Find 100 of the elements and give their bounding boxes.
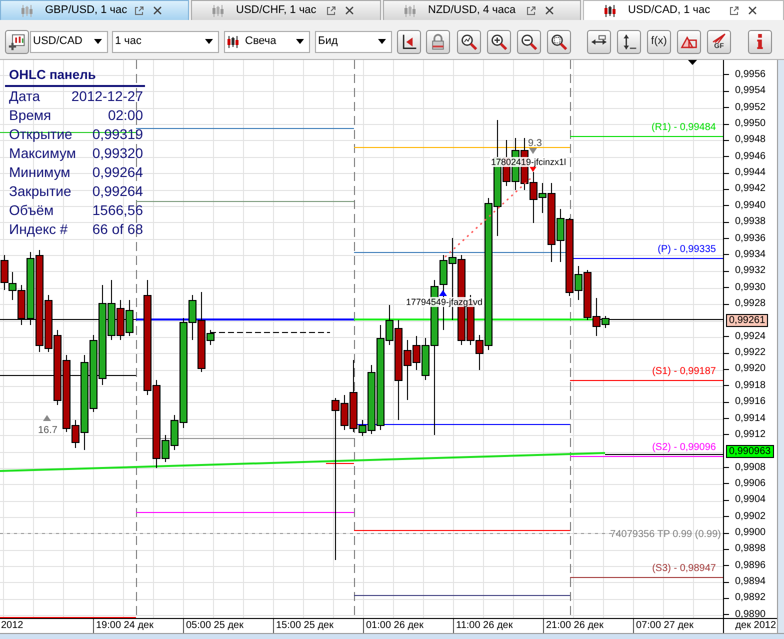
pan-button[interactable] [587, 30, 611, 54]
axis-button[interactable] [397, 30, 421, 54]
price-type-select[interactable]: Бид [315, 30, 392, 52]
zoom-area-button[interactable] [547, 30, 571, 54]
candlestick-icon [21, 4, 33, 16]
take-profit-label: 74079356 TP 0.99 (0.99) [610, 529, 721, 540]
formula-button[interactable]: f(x) [647, 30, 671, 54]
pivot-label: (P) - 0,99335 [658, 244, 716, 255]
info-button[interactable] [748, 30, 772, 54]
price-label: 0,9912 [735, 428, 766, 441]
period-select[interactable]: 1 час [112, 30, 219, 52]
price-label: 0,9936 [735, 232, 766, 245]
price-badge: 0,990963 [726, 444, 774, 458]
candlestick-icon [212, 4, 224, 16]
zoom-in-button[interactable] [487, 30, 511, 54]
price-label: 0,9932 [735, 265, 766, 278]
order-label: 17794549-jfazg1vd [405, 297, 484, 307]
chart-tab[interactable]: GBP/USD, 1 час [0, 0, 189, 20]
close-icon[interactable] [545, 6, 554, 15]
chart-tab[interactable]: USD/CHF, 1 час [191, 0, 381, 20]
price-label: 0,9902 [735, 510, 766, 523]
fan-lines-icon [712, 33, 726, 43]
price-label: 0,9904 [735, 494, 766, 506]
field-label: Дата [9, 87, 40, 106]
field-value: 0,99320 [92, 144, 143, 163]
bull-candle [8, 272, 16, 300]
field-value: 2012-12-27 [71, 87, 143, 106]
down-triangle-icon [529, 148, 537, 154]
add-chart-button[interactable] [5, 30, 29, 54]
price-label: 0,9950 [735, 118, 766, 130]
time-label: 07:00 27 дек [636, 620, 694, 631]
candlestick-icon [404, 4, 416, 16]
time-label: дек 2012 [735, 620, 776, 631]
popout-icon[interactable] [729, 6, 739, 16]
price-label: 0,9940 [735, 200, 766, 212]
time-label: 2012 [1, 620, 24, 631]
magnifier-icon [460, 32, 478, 50]
close-icon[interactable] [153, 6, 162, 15]
price-label: 0,9944 [735, 167, 766, 180]
popout-icon[interactable] [526, 6, 536, 16]
pivot-label: (R1) - 0,99484 [652, 122, 716, 133]
pivot-label: (S3) - 0,98947 [652, 563, 716, 574]
scale-button[interactable] [617, 30, 641, 54]
caret-icon [205, 39, 213, 44]
price-label: 0,9920 [735, 363, 766, 376]
instrument-select[interactable]: USD/CAD [30, 30, 108, 52]
order-label: 17802419-jfcinzx1l [490, 157, 568, 167]
bull-candle [602, 316, 610, 328]
time-label: 05:00 25 дек [186, 620, 244, 631]
chart-type-select[interactable]: Свеча [224, 30, 310, 52]
marker-label: 9.3 [528, 138, 542, 149]
pivot-line [326, 463, 354, 464]
caret-icon [296, 39, 304, 44]
field-value: 02:00 [108, 106, 143, 125]
bull-candle [126, 300, 134, 336]
zoom-out-button[interactable] [517, 30, 541, 54]
field-label: Индекс # [9, 220, 68, 239]
shapes-button[interactable] [677, 30, 701, 54]
chart-tab[interactable]: NZD/USD, 4 часа [383, 0, 581, 20]
field-label: Максимум [9, 144, 76, 163]
popout-icon[interactable] [134, 6, 144, 16]
zoom-area-icon [550, 32, 568, 50]
price-label: 0,9952 [735, 102, 766, 114]
price-label: 0,9914 [735, 412, 766, 425]
price-label: 0,9896 [735, 560, 766, 572]
price-label: 0,9916 [735, 396, 766, 408]
price-label: 0,9894 [735, 576, 766, 588]
caret-icon [378, 39, 386, 44]
lock-icon [429, 32, 447, 50]
field-value: 0,99264 [92, 163, 143, 182]
price-label: 0,9918 [735, 380, 766, 392]
bear-candle [18, 284, 26, 326]
time-label: 21:00 26 дек [546, 620, 604, 631]
price-label: 0,9924 [735, 330, 766, 343]
bull-candle [556, 208, 564, 262]
price-label: 0,9954 [735, 85, 766, 98]
field-label: Минимум [9, 163, 70, 182]
pivot-label: (S1) - 0,99187 [652, 366, 716, 377]
lock-button[interactable] [426, 30, 450, 54]
bull-candle [206, 330, 214, 346]
price-label: 0,9890 [735, 608, 766, 621]
price-label: 0,9908 [735, 462, 766, 474]
field-label: Время [9, 106, 52, 125]
zoom-in-icon [490, 32, 508, 50]
zoom-fit-button[interactable] [457, 30, 481, 54]
time-label: 01:00 26 дек [366, 620, 424, 631]
close-icon[interactable] [345, 6, 354, 15]
chart-tab[interactable]: USD/CAD, 1 час [583, 0, 784, 20]
close-icon[interactable] [748, 6, 757, 15]
price-label: 0,9956 [735, 68, 766, 81]
info-icon [757, 34, 763, 49]
popout-icon[interactable] [326, 6, 336, 16]
marker-label: 16.7 [38, 425, 58, 436]
price-label: 0,9948 [735, 134, 766, 146]
pivot-label: (S2) - 0,99096 [652, 442, 716, 453]
field-value: 1566,56 [92, 201, 143, 220]
price-label: 0,9928 [735, 298, 766, 310]
time-label: 19:00 24 дек [96, 620, 154, 631]
price-label: 0,9892 [735, 592, 766, 604]
bull-candle [574, 266, 582, 300]
